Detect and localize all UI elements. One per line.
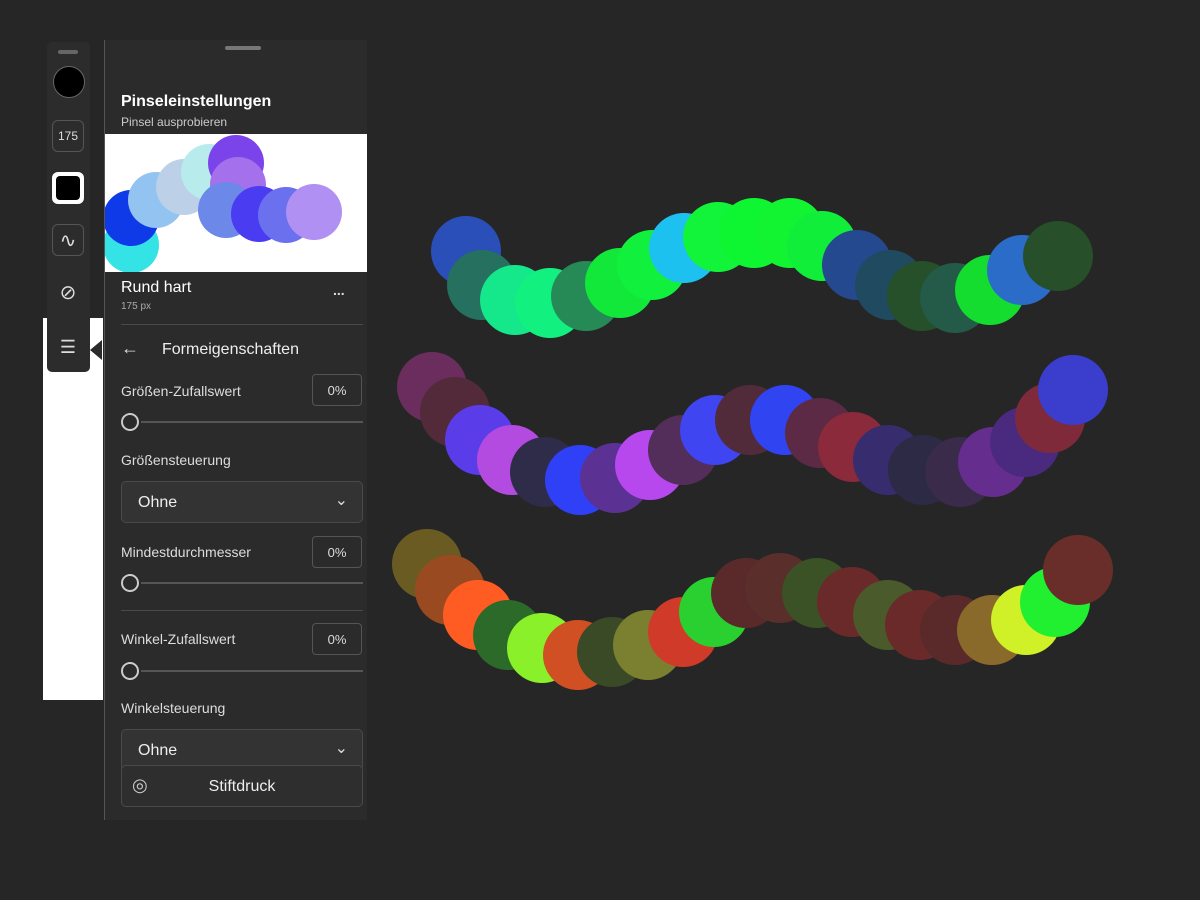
- panel-title: Pinseleinstellungen: [121, 93, 272, 110]
- brush-settings-button[interactable]: ☰: [52, 331, 84, 363]
- brush-settings-panel: Pinseleinstellungen Pinsel ausprobieren …: [104, 40, 367, 820]
- brush-toolbar: 175 ∿ ⊘ ☰: [47, 42, 102, 372]
- brush-icon: ⊘: [59, 281, 77, 304]
- chevron-down-icon: ⌄: [334, 740, 348, 757]
- color-swatch-button[interactable]: [53, 66, 85, 98]
- divider: [121, 324, 363, 325]
- drawing-canvas[interactable]: [380, 180, 1140, 720]
- min-diameter-value[interactable]: 0%: [312, 536, 362, 568]
- min-diameter-label: Mindestdurchmesser: [121, 544, 251, 560]
- preview-strokes: [105, 135, 342, 272]
- brush-dab: [1043, 535, 1113, 605]
- angle-jitter-value[interactable]: 0%: [312, 623, 362, 655]
- panel-subtitle: Pinsel ausprobieren: [121, 115, 228, 129]
- brush-dab: [1038, 355, 1108, 425]
- panel-handle[interactable]: [225, 46, 261, 50]
- size-jitter-track[interactable]: [141, 421, 363, 423]
- pen-pressure-label: Stiftdruck: [208, 778, 276, 795]
- sliders-icon: ☰: [59, 336, 77, 357]
- min-diameter-slider[interactable]: [121, 574, 139, 592]
- wave-icon: ∿: [59, 229, 77, 252]
- angle-jitter-slider[interactable]: [121, 662, 139, 680]
- brush-size: 175 px: [121, 301, 152, 312]
- size-control-value: Ohne: [138, 494, 178, 511]
- brush-size-button[interactable]: 175: [52, 120, 84, 152]
- preview-dab: [286, 184, 342, 240]
- opacity-button[interactable]: [52, 172, 84, 204]
- chevron-down-icon: ⌄: [334, 492, 348, 509]
- more-button[interactable]: ...: [333, 282, 345, 298]
- size-jitter-label: Größen-Zufallswert: [121, 383, 241, 399]
- canvas-edge: [43, 318, 103, 700]
- divider: [121, 610, 363, 611]
- angle-control-label: Winkelsteuerung: [121, 700, 226, 716]
- size-jitter-value[interactable]: 0%: [312, 374, 362, 406]
- section-title: Formeigenschaften: [162, 341, 299, 358]
- angle-jitter-label: Winkel-Zufallswert: [121, 631, 236, 647]
- size-control-label: Größensteuerung: [121, 452, 231, 468]
- min-diameter-track[interactable]: [141, 582, 363, 584]
- size-jitter-slider[interactable]: [121, 413, 139, 431]
- pen-pressure-button[interactable]: ◎ Stiftdruck: [121, 765, 363, 807]
- size-control-select[interactable]: Ohne ⌄: [121, 481, 363, 523]
- brush-name: Rund hart: [121, 279, 192, 296]
- brush-preview[interactable]: [105, 134, 367, 272]
- drag-handle[interactable]: [58, 50, 78, 54]
- brush-dab: [1023, 221, 1093, 291]
- smoothing-button[interactable]: ∿: [52, 224, 84, 256]
- pointer-arrow: [90, 340, 102, 360]
- back-arrow-icon[interactable]: ←: [121, 338, 139, 359]
- angle-jitter-track[interactable]: [141, 670, 363, 672]
- angle-control-value: Ohne: [138, 742, 178, 759]
- brush-type-button[interactable]: ⊘: [52, 276, 84, 308]
- square-icon: [56, 176, 80, 200]
